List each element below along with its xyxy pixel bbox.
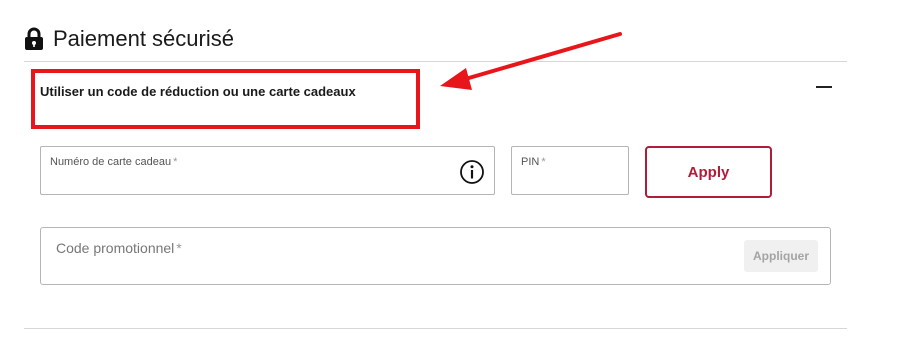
info-icon[interactable]: [459, 159, 485, 185]
promo-code-field[interactable]: Code promotionnel *: [40, 227, 831, 285]
collapse-button[interactable]: [813, 78, 835, 96]
page-title: Paiement sécurisé: [24, 24, 234, 54]
pin-field[interactable]: PIN *: [511, 146, 629, 195]
gift-card-number-label: Numéro de carte cadeau *: [50, 156, 178, 168]
pin-label: PIN *: [521, 156, 546, 168]
divider: [24, 328, 847, 329]
required-mark: *: [176, 240, 182, 256]
apply-gift-card-button[interactable]: Apply: [645, 146, 772, 198]
required-mark: *: [173, 156, 178, 168]
minus-icon: [816, 86, 832, 88]
page-title-text: Paiement sécurisé: [53, 26, 234, 51]
annotation-arrow: [440, 32, 622, 90]
apply-promo-button[interactable]: Appliquer: [744, 240, 818, 272]
gift-card-number-field[interactable]: Numéro de carte cadeau *: [40, 146, 495, 195]
promo-code-label: Code promotionnel *: [56, 240, 182, 256]
lock-icon: [25, 27, 43, 50]
annotation-highlight-box: [31, 69, 420, 129]
required-mark: *: [541, 156, 546, 168]
